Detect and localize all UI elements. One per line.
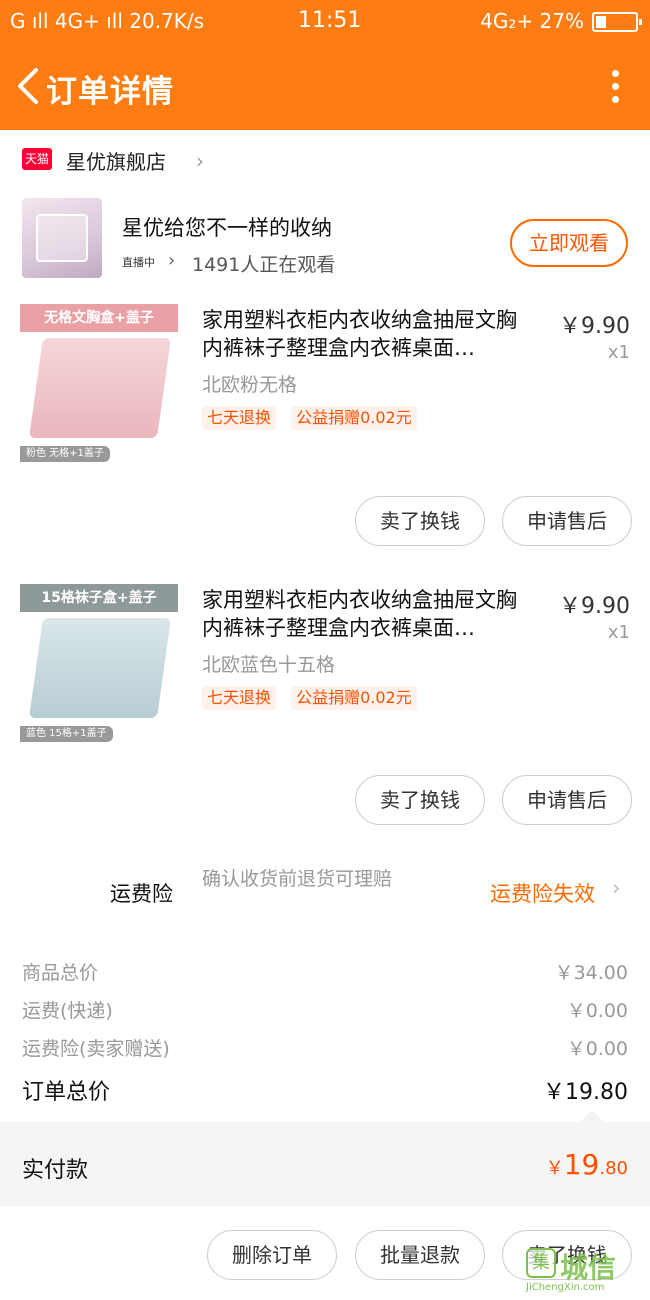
insurance-description: 确认收货前退货可理赔 [202,868,393,890]
app-header: G ıll 4G+ ıll 20.7K/s 11:51 4G₂+ 27% 订单详… [0,0,650,130]
shop-row[interactable]: 天猫 星优旗舰店 › [0,138,650,182]
shipping-value: ￥0.00 [566,1000,628,1022]
product-sku: 北欧粉无格 [202,374,298,396]
product-price: ￥9.90 [559,594,630,619]
insurance-fee-row: 运费险(卖家赠送) ￥0.00 [0,1034,650,1064]
product-quantity: x1 [607,622,630,643]
product-name: 家用塑料衣柜内衣收纳盒抽屉文胸内裤袜子整理盒内衣裤桌面… [202,588,517,640]
more-menu-button[interactable] [610,70,620,106]
live-thumbnail [22,198,102,278]
return-tag: 七天退换 [202,406,277,430]
live-badge: 直播中 [122,256,155,269]
charity-tag: 公益捐赠0.02元 [291,686,417,710]
image-caption: 粉色 无格+1盖子 [20,446,110,462]
shipping-label: 运费(快递) [22,1000,113,1022]
image-caption: 蓝色 15格+1盖子 [20,726,113,742]
watch-now-button[interactable]: 立即观看 [510,219,628,267]
chevron-right-icon: › [612,876,621,900]
chevron-right-icon: › [168,250,176,271]
order-item[interactable]: 无格文胸盒+盖子 粉色 无格+1盖子 家用塑料衣柜内衣收纳盒抽屉文胸内裤袜子整理… [0,304,650,464]
dot-icon [611,96,619,103]
tmall-badge: 天猫 [22,148,52,170]
after-sale-button[interactable]: 申请售后 [502,496,632,546]
chevron-left-icon [18,68,38,104]
dot-icon [611,83,619,90]
order-total-label: 订单总价 [22,1080,111,1105]
shipping-row: 运费(快递) ￥0.00 [0,996,650,1026]
order-total-value: ￥19.80 [543,1080,628,1105]
insurance-label: 运费险 [110,882,173,906]
chevron-right-icon: › [196,149,204,173]
image-tag: 15格袜子盒+盖子 [20,584,178,612]
shop-name: 星优旗舰店 [66,150,166,174]
order-item[interactable]: 15格袜子盒+盖子 蓝色 15格+1盖子 家用塑料衣柜内衣收纳盒抽屉文胸内裤袜子… [0,584,650,744]
back-button[interactable] [14,66,44,106]
status-left: G ıll 4G+ ıll 20.7K/s [10,9,205,33]
status-right: 4G₂+ 27% [480,9,584,33]
watermark-text: 城信 [560,1251,617,1284]
status-bar: G ıll 4G+ ıll 20.7K/s 11:51 4G₂+ 27% [0,0,650,46]
watermark-logo: 集 [526,1248,556,1278]
watermark: 集 城信 JiChengXin.com [526,1244,644,1294]
live-watching-count: 1491人正在观看 [192,254,336,276]
order-total-row: 订单总价 ￥19.80 [0,1074,650,1105]
paid-amount-row: 实付款 ￥19.80 [0,1122,650,1206]
caret-up-icon [580,1110,604,1122]
live-stream-card[interactable]: 星优给您不一样的收纳 直播中 › 1491人正在观看 立即观看 [0,198,650,282]
sell-for-cash-button[interactable]: 卖了换钱 [355,775,485,825]
product-name: 家用塑料衣柜内衣收纳盒抽屉文胸内裤袜子整理盒内衣裤桌面… [202,308,517,360]
sell-for-cash-button[interactable]: 卖了换钱 [355,496,485,546]
delete-order-button[interactable]: 删除订单 [207,1230,337,1280]
product-price: ￥9.90 [559,314,630,339]
insurance-fee-label: 运费险(卖家赠送) [22,1038,170,1060]
service-tags: 七天退换 公益捐赠0.02元 [202,406,427,430]
goods-total-label: 商品总价 [22,962,99,984]
return-tag: 七天退换 [202,686,277,710]
dot-icon [611,70,619,77]
after-sale-button[interactable]: 申请售后 [502,775,632,825]
charity-tag: 公益捐赠0.02元 [291,406,417,430]
live-title: 星优给您不一样的收纳 [122,216,332,240]
product-sku: 北欧蓝色十五格 [202,654,336,676]
insurance-status-link[interactable]: 运费险失效 [490,878,595,908]
service-tags: 七天退换 公益捐赠0.02元 [202,686,427,710]
status-time: 11:51 [298,8,362,33]
image-tag: 无格文胸盒+盖子 [20,304,178,332]
battery-icon [592,12,642,32]
product-image: 无格文胸盒+盖子 粉色 无格+1盖子 [20,304,180,464]
product-quantity: x1 [607,342,630,363]
page-title: 订单详情 [46,74,174,110]
insurance-fee-value: ￥0.00 [566,1038,628,1060]
watermark-url: JiChengXin.com [526,1282,605,1293]
goods-total-value: ￥34.00 [554,962,628,984]
paid-label: 实付款 [22,1158,89,1183]
batch-refund-button[interactable]: 批量退款 [355,1230,485,1280]
paid-value: ￥19.80 [545,1148,628,1181]
product-image: 15格袜子盒+盖子 蓝色 15格+1盖子 [20,584,180,744]
goods-total-row: 商品总价 ￥34.00 [0,958,650,988]
